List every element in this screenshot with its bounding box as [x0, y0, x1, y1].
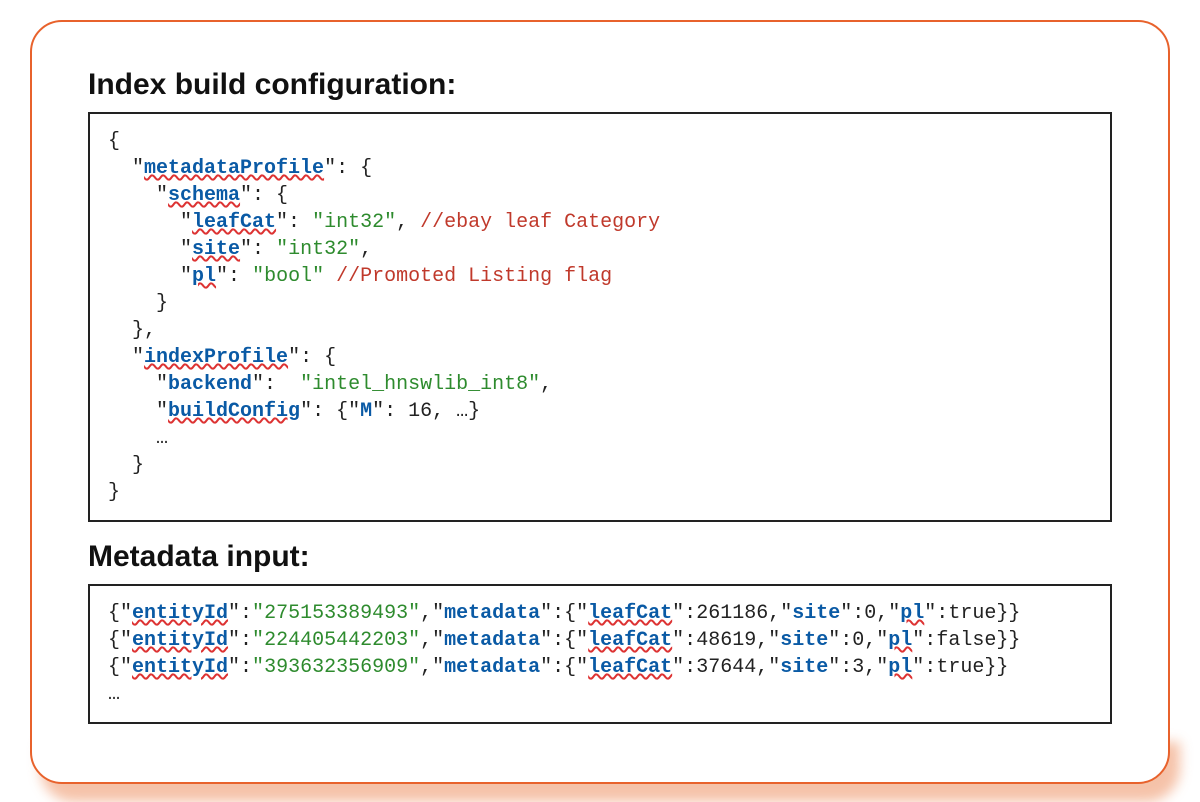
card-container: Index build configuration: { "metadataPr… — [30, 20, 1170, 784]
metadata-row: {"entityId":"224405442203","metadata":{"… — [108, 629, 1020, 652]
metadata-row: {"entityId":"393632356909","metadata":{"… — [108, 656, 1008, 679]
section-title-config: Index build configuration: — [88, 68, 1112, 102]
ellipsis: … — [108, 683, 120, 706]
section-title-metadata: Metadata input: — [88, 540, 1112, 574]
code-block-config: { "metadataProfile": { "schema": { "leaf… — [88, 112, 1112, 522]
code-block-metadata: {"entityId":"275153389493","metadata":{"… — [88, 584, 1112, 724]
metadata-row: {"entityId":"275153389493","metadata":{"… — [108, 602, 1020, 625]
card: Index build configuration: { "metadataPr… — [30, 20, 1170, 784]
